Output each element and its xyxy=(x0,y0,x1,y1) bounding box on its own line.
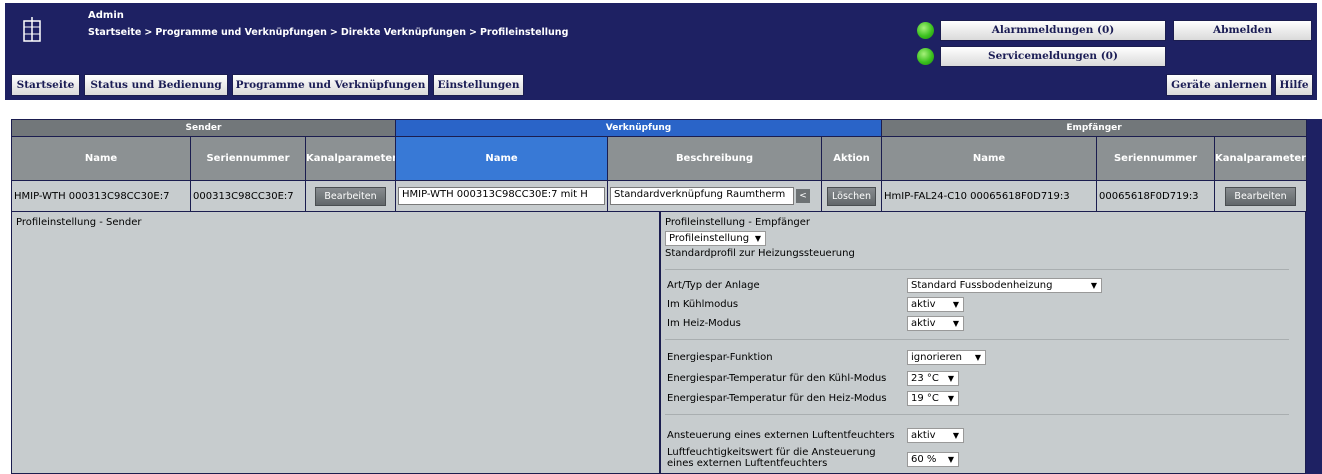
divider xyxy=(665,339,1289,340)
sender-profile-title: Profileinstellung - Sender xyxy=(16,217,142,228)
recv-serial-cell: 00065618F0D719:3 xyxy=(1096,180,1216,212)
profile-description: Standardprofil zur Heizungssteuerung xyxy=(665,248,855,259)
dehumidifier-select[interactable]: aktiv ▼ xyxy=(907,428,964,443)
caret-down-icon: ▼ xyxy=(952,431,959,440)
col-recv-params: Kanalparameter xyxy=(1214,136,1308,181)
recv-name-cell: HmIP-FAL24-C10 00065618F0D719:3 xyxy=(881,180,1098,212)
breadcrumb-item[interactable]: Direkte Verknüpfungen xyxy=(341,27,466,38)
sender-edit-button[interactable]: Bearbeiten xyxy=(315,186,386,206)
setting-label: Ansteuerung eines externen Luftentfeucht… xyxy=(667,430,895,441)
sender-serial-cell: 000313C98CC30E:7 xyxy=(190,180,306,212)
sender-name-cell: HMIP-WTH 000313C98CC30E:7 xyxy=(11,180,191,212)
link-table: Sender Verknüpfung Empfänger Name Serien… xyxy=(11,119,1308,212)
description-expand-button[interactable]: < xyxy=(796,189,810,203)
header-bar: Admin Startseite > Programme und Verknüpfu… xyxy=(5,3,1317,100)
setting-label: Energiespar-Temperatur für den Heiz-Modu… xyxy=(667,393,887,404)
caret-down-icon: ▼ xyxy=(947,455,954,464)
breadcrumb: Startseite > Programme und Verknüpfungen > D… xyxy=(88,27,569,38)
setting-label: Art/Typ der Anlage xyxy=(667,280,760,291)
setting-label: Energiespar-Funktion xyxy=(667,352,773,363)
caret-down-icon: ▼ xyxy=(952,300,959,309)
col-recv-name: Name xyxy=(881,136,1098,181)
nav-home-button[interactable]: Startseite xyxy=(11,74,80,96)
help-button[interactable]: Hilfe xyxy=(1275,74,1313,96)
house-logo-icon xyxy=(23,17,41,42)
right-margin xyxy=(1306,119,1322,474)
nav-programs-button[interactable]: Programme und Verknüpfungen xyxy=(232,74,429,96)
delete-link-button[interactable]: Löschen xyxy=(827,186,876,206)
caret-down-icon: ▼ xyxy=(952,319,959,328)
nav-settings-button[interactable]: Einstellungen xyxy=(433,74,524,96)
setting-label: Energiespar-Temperatur für den Kühl-Modu… xyxy=(667,373,887,384)
receiver-edit-button[interactable]: Bearbeiten xyxy=(1225,186,1296,206)
setting-label: Luftfeuchtigkeitswert für die Ansteuerun… xyxy=(667,447,876,469)
group-header-link: Verknüpfung xyxy=(394,119,883,137)
sender-profile-panel xyxy=(11,212,660,474)
breadcrumb-item[interactable]: Programme und Verknüpfungen xyxy=(155,27,327,38)
group-header-sender: Sender xyxy=(11,119,396,137)
heating-temp-select[interactable]: 19 °C ▼ xyxy=(907,391,959,406)
service-led-icon xyxy=(917,48,934,65)
col-link-action: Aktion xyxy=(820,136,883,181)
col-sender-name: Name xyxy=(11,136,191,181)
link-name-input[interactable]: HMIP-WTH 000313C98CC30E:7 mit H xyxy=(398,187,605,205)
col-recv-serial: Seriennummer xyxy=(1096,136,1216,181)
service-messages-button[interactable]: Servicemeldungen (0) xyxy=(940,46,1166,67)
col-sender-params: Kanalparameter xyxy=(305,136,396,181)
cooling-mode-select[interactable]: aktiv ▼ xyxy=(907,297,964,312)
setting-label: Im Heiz-Modus xyxy=(667,318,741,329)
cooling-temp-select[interactable]: 23 °C ▼ xyxy=(907,371,959,386)
caret-down-icon: ▼ xyxy=(947,394,954,403)
system-type-select[interactable]: Standard Fussbodenheizung ▼ xyxy=(907,278,1102,293)
col-sender-serial: Seriennummer xyxy=(190,136,306,181)
col-link-desc: Beschreibung xyxy=(607,136,822,181)
caret-down-icon: ▼ xyxy=(947,374,954,383)
breadcrumb-item[interactable]: Startseite xyxy=(88,27,141,38)
col-link-name: Name xyxy=(395,136,608,181)
teach-devices-button[interactable]: Geräte anlernen xyxy=(1166,74,1272,96)
caret-down-icon: ▼ xyxy=(754,234,761,243)
alarm-led-icon xyxy=(917,22,934,39)
receiver-profile-title: Profileinstellung - Empfänger xyxy=(665,217,811,228)
heating-mode-select[interactable]: aktiv ▼ xyxy=(907,316,964,331)
table-row: HMIP-WTH 000313C98CC30E:7 000313C98CC30E… xyxy=(11,180,1308,212)
link-description-input[interactable]: Standardverknüpfung Raumtherm xyxy=(610,187,794,205)
logout-button[interactable]: Abmelden xyxy=(1173,20,1312,41)
humidity-threshold-select[interactable]: 60 % ▼ xyxy=(907,452,959,467)
setting-label: Im Kühlmodus xyxy=(667,299,739,310)
nav-status-button[interactable]: Status und Bedienung xyxy=(84,74,228,96)
profile-select[interactable]: Profileinstellung ▼ xyxy=(665,231,766,246)
user-name: Admin xyxy=(88,10,124,21)
divider xyxy=(665,414,1289,415)
caret-down-icon: ▼ xyxy=(974,353,981,362)
breadcrumb-item: Profileinstellung xyxy=(479,27,569,38)
left-margin xyxy=(0,119,11,474)
caret-down-icon: ▼ xyxy=(1090,281,1097,290)
alarm-messages-button[interactable]: Alarmmeldungen (0) xyxy=(940,20,1166,41)
energy-saving-select[interactable]: ignorieren ▼ xyxy=(907,350,986,365)
group-header-receiver: Empfänger xyxy=(881,119,1308,137)
divider xyxy=(665,269,1289,270)
